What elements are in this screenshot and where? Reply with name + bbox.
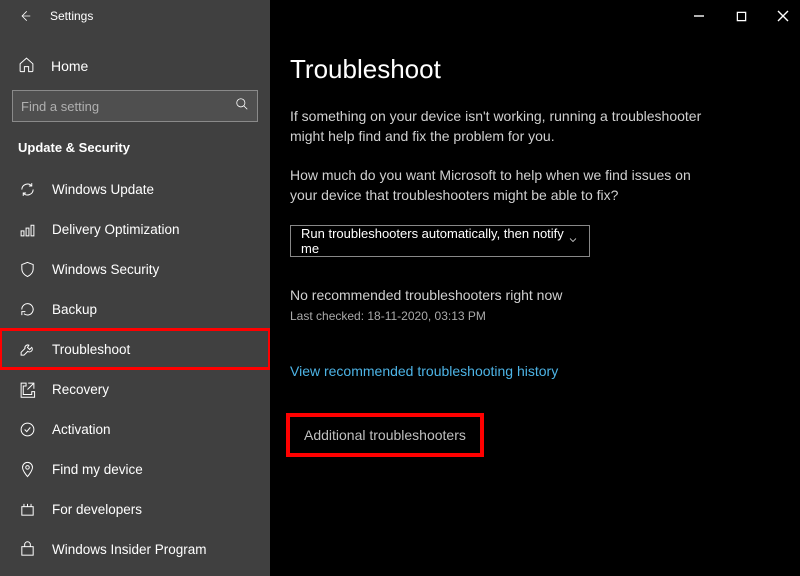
sync-icon [18, 180, 36, 198]
recovery-icon [18, 380, 36, 398]
no-recommendations-text: No recommended troubleshooters right now [290, 287, 760, 303]
dropdown-value: Run troubleshooters automatically, then … [301, 226, 567, 256]
check-icon [18, 420, 36, 438]
home-button[interactable]: Home [0, 50, 270, 90]
sidebar-item-windows-update[interactable]: Windows Update [0, 169, 270, 209]
sidebar-item-recovery[interactable]: Recovery [0, 369, 270, 409]
location-icon [18, 460, 36, 478]
sidebar-item-label: Find my device [52, 462, 143, 477]
sidebar-item-troubleshoot[interactable]: Troubleshoot [0, 329, 270, 369]
main-content: Troubleshoot If something on your device… [270, 32, 800, 576]
insider-icon [18, 540, 36, 558]
nav-list: Windows Update Delivery Optimization Win… [0, 169, 270, 569]
sidebar-item-for-developers[interactable]: For developers [0, 489, 270, 529]
additional-troubleshooters-link[interactable]: Additional troubleshooters [290, 417, 480, 453]
maximize-button[interactable] [734, 9, 748, 23]
sidebar-item-label: Windows Security [52, 262, 159, 277]
home-icon [18, 56, 35, 76]
sidebar-item-backup[interactable]: Backup [0, 289, 270, 329]
optimization-icon [18, 220, 36, 238]
wrench-icon [18, 340, 36, 358]
view-history-link[interactable]: View recommended troubleshooting history [290, 363, 558, 379]
close-button[interactable] [776, 9, 790, 23]
sidebar-item-windows-security[interactable]: Windows Security [0, 249, 270, 289]
category-label: Update & Security [0, 140, 270, 169]
backup-icon [18, 300, 36, 318]
question-text: How much do you want Microsoft to help w… [290, 166, 720, 205]
sidebar-item-insider-program[interactable]: Windows Insider Program [0, 529, 270, 569]
sidebar-item-label: For developers [52, 502, 142, 517]
sidebar-item-label: Recovery [52, 382, 109, 397]
minimize-button[interactable] [692, 9, 706, 23]
sidebar-item-find-my-device[interactable]: Find my device [0, 449, 270, 489]
back-icon[interactable] [18, 9, 32, 23]
sidebar-item-label: Delivery Optimization [52, 222, 180, 237]
titlebar-left: Settings [0, 0, 270, 32]
search-field[interactable] [21, 99, 235, 114]
sidebar-item-label: Backup [52, 302, 97, 317]
sidebar-item-label: Activation [52, 422, 111, 437]
window-controls [270, 9, 800, 23]
sidebar-item-label: Windows Insider Program [52, 542, 207, 557]
developer-icon [18, 500, 36, 518]
search-icon [235, 97, 249, 116]
sidebar: Home Update & Security Windows Update [0, 32, 270, 576]
search-input[interactable] [12, 90, 258, 122]
app-title: Settings [50, 9, 93, 23]
sidebar-item-label: Troubleshoot [52, 342, 130, 357]
home-label: Home [51, 58, 88, 74]
page-title: Troubleshoot [290, 54, 760, 85]
chevron-down-icon [567, 234, 579, 249]
intro-text: If something on your device isn't workin… [290, 107, 720, 146]
sidebar-item-label: Windows Update [52, 182, 154, 197]
shield-icon [18, 260, 36, 278]
last-checked-text: Last checked: 18-11-2020, 03:13 PM [290, 309, 760, 323]
titlebar: Settings [0, 0, 800, 32]
sidebar-item-delivery-optimization[interactable]: Delivery Optimization [0, 209, 270, 249]
sidebar-item-activation[interactable]: Activation [0, 409, 270, 449]
troubleshoot-mode-dropdown[interactable]: Run troubleshooters automatically, then … [290, 225, 590, 257]
